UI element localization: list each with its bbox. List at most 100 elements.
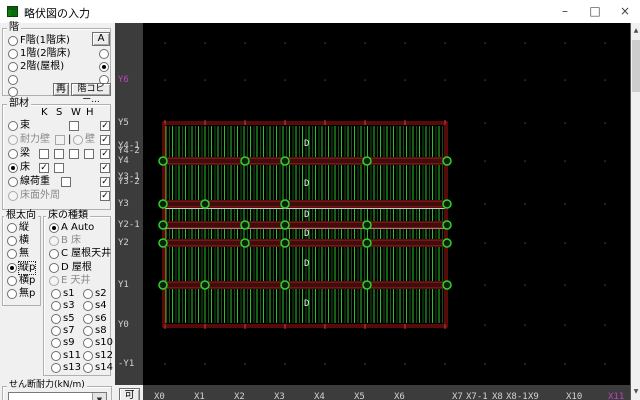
radio-floortype-s5[interactable]: s5: [51, 313, 85, 325]
member-label: 耐力壁: [20, 134, 50, 145]
floor-type-group-title: 床の種類: [46, 210, 90, 221]
radio-member-outline[interactable]: 床面外周 ✓: [3, 190, 110, 202]
radio-member-wall[interactable]: 耐力壁 | 壁 ✓: [3, 134, 110, 146]
checkbox-member-tsuka-show[interactable]: ✓: [100, 121, 110, 131]
radio-icon: [49, 249, 59, 259]
checkbox-member-beam-show[interactable]: ✓: [100, 149, 110, 159]
floor-group: 階 F階(1階床) 1階(2階床) 2階(屋根) A 再 階コピー...: [2, 22, 111, 105]
radio-joist-horizontal-p[interactable]: 横p: [3, 275, 40, 287]
radio-icon: [51, 301, 61, 311]
scrollbar-thumb[interactable]: [632, 40, 640, 92]
radio-floortype-s4[interactable]: s4: [83, 300, 117, 312]
shear-group: せん断耐力(kN/m) ▼: [2, 380, 112, 400]
radio-floortype-s9[interactable]: s9: [51, 337, 85, 349]
y-axis-label: -Y1: [118, 359, 135, 369]
redraw-button[interactable]: 再: [53, 83, 69, 96]
radio-floor-1f2[interactable]: 1階(2階床): [3, 48, 110, 60]
checkbox-member-beam-k[interactable]: [39, 149, 49, 159]
radio-icon: [51, 314, 61, 324]
s-option-label: s11: [63, 350, 81, 361]
ok-button[interactable]: 可: [119, 388, 140, 400]
checkbox-member-beam-w[interactable]: [69, 149, 79, 159]
radio-floortype-s3[interactable]: s3: [51, 300, 85, 312]
radio-icon: [7, 249, 17, 259]
scroll-up-icon[interactable]: ▲: [631, 23, 640, 39]
app-icon: [7, 6, 18, 17]
x-axis-label: X11: [608, 392, 625, 400]
checkbox-member-beam-s[interactable]: [54, 149, 64, 159]
joist-option-label: 無p: [19, 288, 36, 299]
checkbox-member-outline-show[interactable]: ✓: [100, 191, 110, 201]
radio-floortype-a[interactable]: A Auto: [44, 222, 110, 234]
minimize-icon[interactable]: –: [550, 0, 580, 23]
radio-floortype-d[interactable]: D 屋根: [44, 262, 110, 274]
joist-group-title: 根太向: [4, 210, 38, 221]
radio-icon: [8, 62, 18, 72]
checkbox-member-floor-k[interactable]: ✓: [39, 163, 49, 173]
checkbox-member-tsuka-w[interactable]: [69, 121, 79, 131]
radio-floor-right-1[interactable]: [99, 49, 109, 59]
radio-floortype-s12[interactable]: s12: [83, 350, 117, 362]
radio-floortype-s2[interactable]: s2: [83, 288, 117, 300]
radio-floortype-s10[interactable]: s10: [83, 337, 117, 349]
close-icon[interactable]: ×: [610, 0, 640, 23]
radio-floortype-s13[interactable]: s13: [51, 362, 85, 374]
checkbox-member-floor-s[interactable]: [54, 163, 64, 173]
s-option-label: s2: [95, 288, 107, 299]
checkbox-member-floor-show[interactable]: ✓: [100, 163, 110, 173]
radio-floortype-s7[interactable]: s7: [51, 325, 85, 337]
radio-joist-none[interactable]: 無: [3, 248, 40, 260]
floor-copy-button[interactable]: 階コピー...: [71, 83, 111, 105]
checkbox-member-wall-show[interactable]: ✓: [100, 135, 110, 145]
maximize-icon[interactable]: □: [580, 0, 610, 23]
radio-floortype-s11[interactable]: s11: [51, 350, 85, 362]
floor-a-button[interactable]: A: [92, 32, 110, 46]
radio-floortype-b[interactable]: B 床: [44, 235, 110, 247]
radio-member-lineload[interactable]: 線荷重 ✓: [3, 176, 110, 188]
radio-member-kabe[interactable]: [73, 135, 83, 145]
radio-floortype-e[interactable]: E 天井: [44, 275, 110, 287]
radio-icon: [8, 177, 18, 187]
svg-text:D: D: [304, 229, 309, 239]
drawing-canvas[interactable]: DDDDDD: [143, 23, 630, 385]
radio-member-beam[interactable]: 梁 ✓: [3, 148, 110, 160]
checkbox-member-lineload[interactable]: [61, 177, 71, 187]
col-header-k: K: [41, 107, 48, 118]
svg-text:D: D: [304, 139, 309, 149]
radio-floortype-s6[interactable]: s6: [83, 313, 117, 325]
window-title: 略伏図の入力: [24, 7, 90, 20]
members-group-title: 部材: [7, 98, 31, 109]
radio-floortype-s14[interactable]: s14: [83, 362, 117, 374]
radio-icon: [83, 363, 93, 373]
radio-icon: [51, 289, 61, 299]
radio-icon: [8, 135, 18, 145]
radio-member-floor[interactable]: 床 ✓ ✓: [3, 162, 110, 174]
x-axis-label: X6: [394, 392, 405, 400]
members-group: 部材 K S W H 束 ✓ 耐力壁 | 壁 ✓ 梁 ✓ 床 ✓ ✓ 線荷重 ✓…: [2, 98, 111, 210]
radio-floortype-s1[interactable]: s1: [51, 288, 85, 300]
s-option-label: s1: [63, 288, 75, 299]
shear-capacity-select[interactable]: ▼: [8, 392, 107, 400]
radio-icon: [83, 314, 93, 324]
radio-member-tsuka[interactable]: 束 ✓: [3, 120, 110, 132]
radio-joist-none-p[interactable]: 無p: [3, 288, 40, 300]
s-option-label: s5: [63, 313, 75, 324]
radio-floor-right-2-selected[interactable]: [99, 62, 109, 72]
floor-type-label: C 屋根天井: [61, 248, 112, 259]
radio-joist-vertical-p[interactable]: 縦p: [3, 261, 40, 275]
checkbox-member-wall-s[interactable]: [55, 135, 65, 145]
checkbox-member-beam-h[interactable]: [84, 149, 94, 159]
y-axis-label: Y2-1: [118, 220, 140, 230]
radio-icon: [49, 223, 59, 233]
radio-icon: [51, 338, 61, 348]
combo-dropdown-icon[interactable]: ▼: [92, 393, 106, 400]
vertical-scrollbar[interactable]: ▲ ▼: [630, 23, 640, 400]
radio-joist-vertical[interactable]: 縦: [3, 222, 40, 234]
member-kabe-label: 壁: [85, 134, 95, 145]
checkbox-member-lineload-show[interactable]: ✓: [100, 177, 110, 187]
radio-floor-2roof[interactable]: 2階(屋根): [3, 61, 110, 73]
radio-floortype-s8[interactable]: s8: [83, 325, 117, 337]
radio-floortype-c[interactable]: C 屋根天井: [44, 248, 112, 260]
scroll-down-icon[interactable]: ▼: [631, 384, 640, 400]
radio-joist-horizontal[interactable]: 横: [3, 235, 40, 247]
